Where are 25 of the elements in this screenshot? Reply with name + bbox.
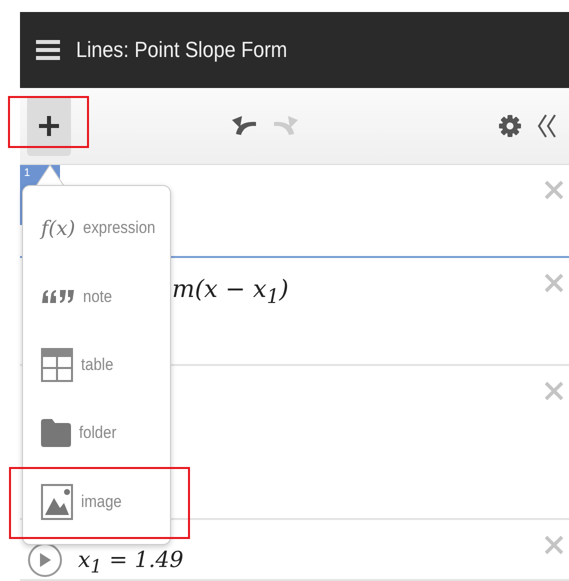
close-icon (543, 272, 565, 294)
folder-icon (41, 419, 71, 448)
math-expression: x$_{1}$ = 1.49 (78, 548, 184, 577)
play-button[interactable] (28, 543, 62, 577)
undo-icon (232, 116, 258, 136)
table-icon (41, 348, 73, 382)
close-icon (543, 179, 565, 201)
math-expression: m(x − x$_{1}$) (172, 274, 289, 308)
settings-button[interactable] (499, 115, 521, 137)
collapse-button[interactable] (537, 114, 557, 138)
menu-item[interactable]: note (23, 272, 170, 321)
image-icon (41, 484, 73, 520)
play-icon (39, 553, 51, 567)
double-chevron-icon (537, 114, 557, 138)
document-title: Lines: Point Slope Form (76, 37, 288, 63)
undo-button[interactable] (232, 116, 258, 136)
quote-icon (41, 290, 75, 304)
close-icon (543, 380, 565, 402)
menu-item[interactable]: folder (23, 409, 170, 458)
settings-icon (499, 115, 521, 137)
close-icon (543, 534, 565, 556)
add-button[interactable] (27, 96, 71, 156)
plus-icon (39, 116, 59, 136)
menu-icon[interactable] (36, 39, 60, 61)
redo-icon (272, 116, 298, 136)
